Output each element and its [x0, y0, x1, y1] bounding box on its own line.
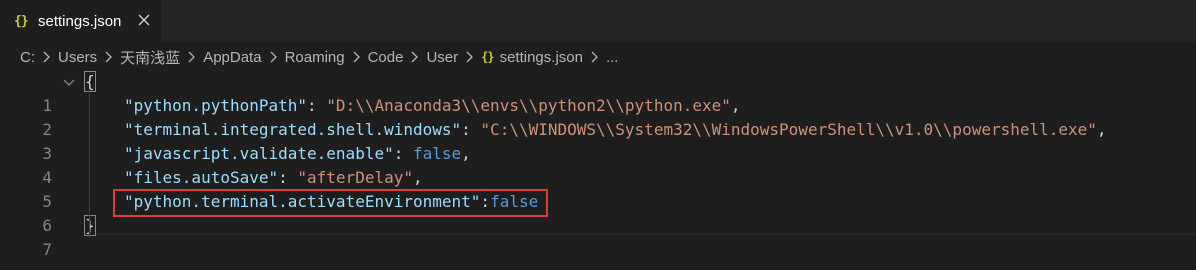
json-colon: :: [307, 96, 327, 115]
breadcrumb-item[interactable]: User: [426, 49, 458, 66]
breadcrumb-symbols[interactable]: ...: [606, 49, 619, 66]
chevron-right-icon: [591, 51, 598, 63]
close-icon[interactable]: [134, 10, 154, 30]
json-value: false: [412, 144, 462, 163]
tab-settings-json[interactable]: {} settings.json: [0, 0, 161, 42]
vscode-window: {} settings.json C: Users 天南浅蓝 AppData R…: [0, 0, 1196, 270]
indent-guide: [89, 94, 90, 238]
json-comma: ,: [461, 144, 471, 163]
breadcrumb-item[interactable]: AppData: [203, 49, 261, 66]
tab-bar: {} settings.json: [0, 0, 1196, 42]
json-value: "afterDelay": [297, 168, 413, 187]
open-brace: {: [84, 71, 96, 92]
json-comma: ,: [730, 96, 741, 115]
chevron-right-icon: [188, 51, 196, 63]
json-value: "D:\\Anaconda3\\envs\\python2\\python.ex…: [326, 96, 731, 115]
json-key: "python.pythonPath": [124, 96, 308, 115]
json-comma: ,: [1096, 120, 1107, 139]
chevron-right-icon: [353, 51, 360, 63]
breadcrumb: C: Users 天南浅蓝 AppData Roaming Code User …: [0, 42, 1196, 72]
code-line: 3 "terminal.integrated.shell.windows": "…: [0, 118, 1196, 163]
breadcrumb-item[interactable]: Roaming: [285, 49, 345, 66]
code-line: 2 "python.pythonPath": "D:\\Anaconda3\\e…: [0, 94, 1196, 139]
chevron-down-icon[interactable]: [62, 76, 76, 90]
chevron-right-icon: [270, 51, 277, 63]
breadcrumb-item[interactable]: C:: [20, 49, 35, 66]
annotation-highlight-box: [113, 189, 548, 217]
json-colon: :: [278, 168, 298, 187]
breadcrumb-item[interactable]: Users: [58, 49, 97, 66]
breadcrumb-file[interactable]: settings.json: [500, 49, 583, 66]
chevron-right-icon: [105, 51, 113, 63]
json-comma: ,: [412, 168, 423, 187]
chevron-right-icon: [411, 51, 419, 63]
breadcrumb-item[interactable]: 天南浅蓝: [120, 47, 180, 68]
code-line: 5 "files.autoSave": "afterDelay",: [0, 166, 1196, 211]
json-colon: :: [393, 144, 413, 163]
json-key: "files.autoSave": [124, 168, 279, 187]
code-editor[interactable]: 1 { 2 "python.pythonPath": "D:\\Anaconda…: [0, 70, 1196, 270]
tab-label: settings.json: [38, 12, 122, 30]
code-line: 4 "javascript.validate.enable": false,: [0, 142, 1196, 187]
json-key: "javascript.validate.enable": [124, 144, 394, 163]
chevron-right-icon: [43, 51, 50, 63]
json-colon: :: [461, 120, 481, 139]
json-file-icon: {}: [481, 50, 494, 64]
line-number: 7: [42, 240, 52, 259]
current-line-highlight: [96, 233, 1196, 235]
code-line: 1 {: [0, 70, 1196, 115]
json-key: "terminal.integrated.shell.windows": [124, 120, 462, 139]
chevron-right-icon: [466, 51, 474, 63]
json-file-icon: {}: [14, 13, 29, 29]
json-value: "C:\\WINDOWS\\System32\\WindowsPowerShel…: [480, 120, 1097, 139]
breadcrumb-item[interactable]: Code: [368, 49, 404, 66]
